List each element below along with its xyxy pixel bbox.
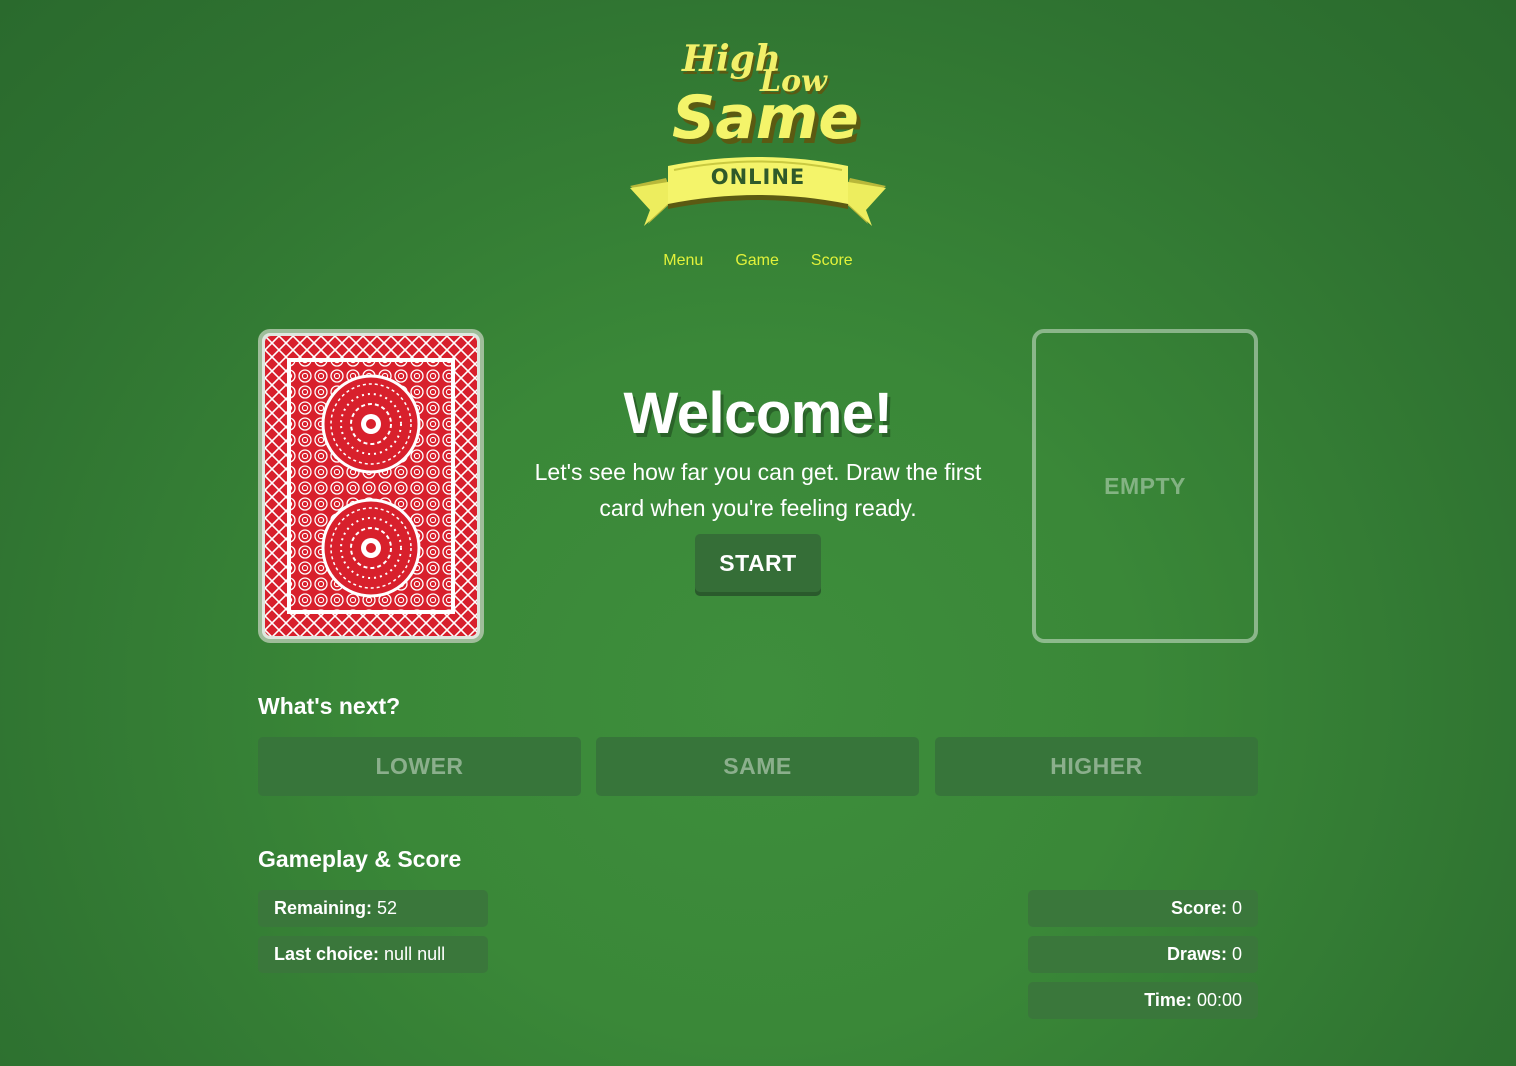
top-medallion	[321, 374, 421, 474]
lower-button[interactable]: LOWER	[258, 737, 581, 796]
whats-next-title: What's next?	[258, 693, 401, 719]
time-value: 00:00	[1196, 990, 1242, 1010]
welcome-panel: Welcome! Let's see how far you can get. …	[500, 380, 1016, 526]
time-label: Time:	[1144, 990, 1192, 1010]
score-value: 0	[1231, 898, 1242, 918]
svg-text:Same: Same	[672, 83, 859, 153]
draws-stat: Draws: 0	[1028, 936, 1258, 973]
last-choice-value: null null	[384, 944, 446, 964]
card-back-pattern	[265, 336, 477, 636]
draws-value: 0	[1231, 944, 1242, 964]
score-stat: Score: 0	[1028, 890, 1258, 927]
bottom-medallion	[321, 498, 421, 598]
start-button[interactable]: START	[695, 534, 821, 592]
same-button[interactable]: SAME	[596, 737, 919, 796]
remaining-value: 52	[377, 898, 398, 918]
nav-score-link[interactable]: Score	[811, 250, 853, 272]
remaining-stat: Remaining: 52	[258, 890, 488, 927]
drawn-card-slot: EMPTY	[1032, 329, 1258, 643]
time-stat: Time: 00:00	[1028, 982, 1258, 1019]
draws-label: Draws:	[1166, 944, 1227, 964]
gameplay-score-title: Gameplay & Score	[258, 846, 462, 872]
high-low-same-logo: High High Low Low Same Same ONLINE	[630, 38, 886, 226]
nav-menu-link[interactable]: Menu	[663, 250, 703, 272]
higher-button[interactable]: HIGHER	[935, 737, 1258, 796]
last-choice-stat: Last choice: null null	[258, 936, 488, 973]
empty-label: EMPTY	[1104, 472, 1186, 499]
last-choice-label: Last choice:	[274, 944, 380, 964]
nav-game-link[interactable]: Game	[735, 250, 779, 272]
score-label: Score:	[1170, 898, 1227, 918]
welcome-title: Welcome!	[623, 381, 893, 446]
main-nav: Menu Game Score	[0, 250, 1516, 272]
logo-ribbon: ONLINE	[630, 157, 886, 226]
welcome-text: Let's see how far you can get. Draw the …	[534, 459, 982, 521]
logo-text: High High Low Low Same Same	[672, 38, 863, 158]
deck-card-back[interactable]	[258, 329, 484, 643]
remaining-label: Remaining:	[274, 898, 373, 918]
svg-text:ONLINE: ONLINE	[711, 165, 806, 189]
